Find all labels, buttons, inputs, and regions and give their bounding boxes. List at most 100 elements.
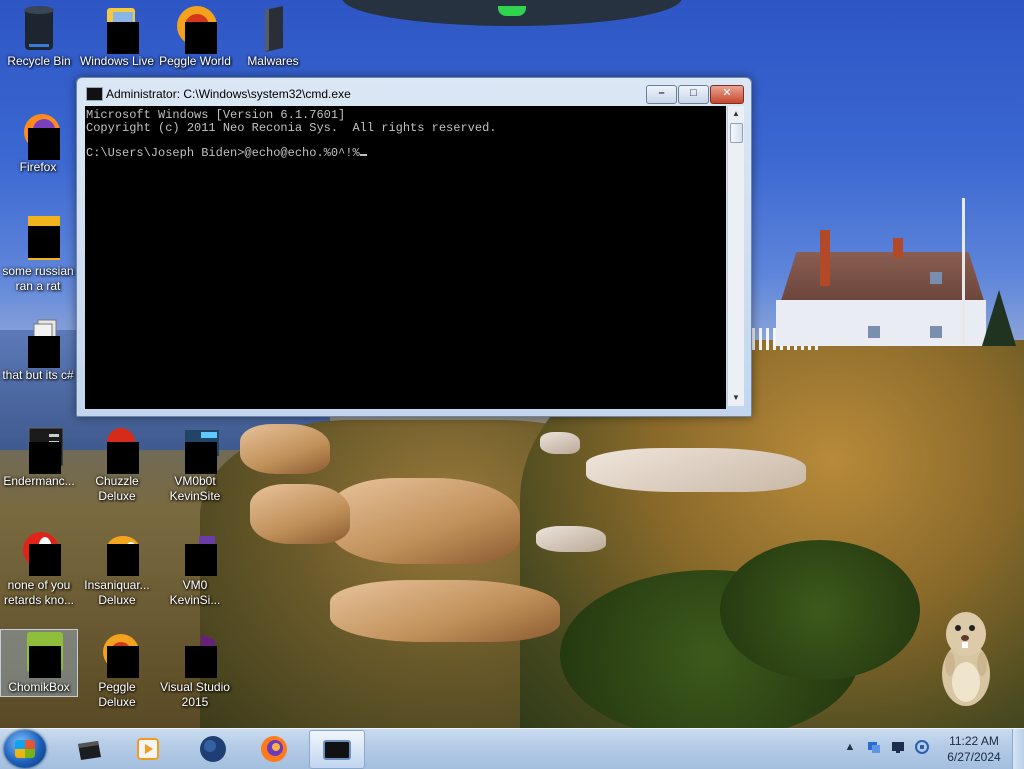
vertical-scrollbar[interactable]: ▲ ▼ bbox=[727, 106, 744, 406]
desktop-icon-vm0b0t-kevinsite[interactable]: VM0b0t KevinSite bbox=[157, 424, 233, 504]
taskbar-media-player[interactable] bbox=[121, 730, 175, 767]
wallpaper-chimney bbox=[893, 238, 903, 258]
insaniquarium-icon bbox=[93, 528, 141, 576]
icon-label: none of you retards kno... bbox=[3, 578, 75, 607]
icon-label: Chuzzle Deluxe bbox=[95, 474, 139, 503]
console-prompt: C:\Users\Joseph Biden>@echo@echo.%0^!% bbox=[86, 145, 360, 160]
redaction-block bbox=[185, 544, 217, 576]
maximize-icon: □ bbox=[690, 87, 697, 99]
taskbar-firefox[interactable] bbox=[247, 730, 301, 767]
copies-icon bbox=[14, 318, 62, 368]
display-icon[interactable] bbox=[891, 740, 905, 754]
minimize-icon: – bbox=[658, 87, 665, 99]
taskbar-clock[interactable]: 11:22 AM 6/27/2024 bbox=[944, 733, 1004, 765]
desktop-icon-recycle-bin[interactable]: Recycle Bin bbox=[1, 4, 77, 69]
desktop-icon-firefox[interactable]: Firefox bbox=[0, 110, 76, 175]
close-icon: ✕ bbox=[722, 87, 732, 99]
desktop-icon-vm0-kevinsite[interactable]: VM0 KevinSi... bbox=[157, 528, 233, 608]
peggle-icon bbox=[171, 4, 219, 54]
visual-studio-icon bbox=[171, 630, 219, 678]
console-line: Microsoft Windows [Version 6.1.7601] bbox=[86, 108, 346, 122]
desktop-icon-some-russian-ran-a-rat[interactable]: e some russian ran a rat bbox=[0, 214, 76, 294]
desktop-icon-endermanch[interactable]: Endermanc... bbox=[1, 424, 77, 489]
redaction-block bbox=[29, 544, 61, 576]
icon-label: Peggle Deluxe bbox=[98, 680, 136, 709]
scroll-down-arrow-icon[interactable]: ▼ bbox=[728, 390, 744, 406]
taskbar: ▲ 11:22 AM 6/27/2024 bbox=[0, 728, 1024, 769]
console-line: Copyright (c) 2011 Neo Reconia Sys. All … bbox=[86, 120, 497, 135]
volume-icon[interactable] bbox=[915, 740, 929, 754]
desktop-icon-chomikbox[interactable]: ox ChomikBox bbox=[0, 629, 78, 697]
icon-label: Firefox bbox=[19, 160, 57, 174]
desktop-icon-malwares[interactable]: Malwares bbox=[235, 4, 311, 69]
wallpaper-tree bbox=[982, 290, 1016, 346]
start-button[interactable] bbox=[4, 730, 46, 768]
taskbar-explorer[interactable] bbox=[62, 730, 116, 767]
minimize-button[interactable]: – bbox=[646, 85, 677, 104]
window-titlebar[interactable]: Administrator: C:\Windows\system32\cmd.e… bbox=[77, 78, 751, 106]
recycle-bin-icon bbox=[15, 4, 63, 52]
wallpaper-rock bbox=[586, 448, 806, 492]
network-icon[interactable] bbox=[867, 740, 881, 754]
show-desktop-button[interactable] bbox=[1012, 729, 1024, 769]
desktop-icon-that-but-its-csharp[interactable]: that but its c# bbox=[0, 318, 76, 383]
icon-label: Insaniquar... Deluxe bbox=[84, 578, 150, 607]
window-title: Administrator: C:\Windows\system32\cmd.e… bbox=[106, 87, 351, 101]
wallpaper-window bbox=[868, 326, 880, 338]
globe-icon bbox=[200, 736, 226, 762]
wallpaper-flagpole bbox=[962, 198, 965, 344]
taskbar-cmd[interactable] bbox=[309, 730, 365, 769]
wallpaper-rock bbox=[330, 478, 520, 564]
scroll-up-arrow-icon[interactable]: ▲ bbox=[728, 106, 744, 122]
media-player-icon bbox=[137, 738, 159, 760]
redaction-block bbox=[28, 128, 60, 160]
wallpaper-rock bbox=[330, 580, 560, 642]
desktop-icon-peggle-world[interactable]: Peggle World bbox=[157, 4, 233, 69]
wallpaper-rock bbox=[540, 432, 580, 454]
scrollbar-thumb[interactable] bbox=[730, 123, 743, 143]
gopher-mascot-icon bbox=[942, 612, 990, 706]
redaction-block bbox=[185, 646, 217, 678]
explorer-icon bbox=[78, 741, 101, 760]
redaction-block bbox=[107, 22, 139, 54]
clock-time: 11:22 AM bbox=[949, 734, 999, 748]
icon-label: Malwares bbox=[247, 54, 299, 68]
opera-icon bbox=[15, 528, 63, 576]
redaction-block bbox=[107, 646, 139, 678]
wallpaper-rock bbox=[250, 484, 350, 544]
close-button[interactable]: ✕ bbox=[710, 85, 744, 104]
desktop-icon-chuzzle-deluxe[interactable]: Chuzzle Deluxe bbox=[79, 424, 155, 504]
desktop-icon-windows-live[interactable]: Windows Live bbox=[79, 4, 155, 69]
text-cursor bbox=[359, 153, 367, 156]
icon-label: some russian ran a rat bbox=[2, 264, 74, 293]
icon-label: Visual Studio 2015 bbox=[160, 680, 230, 709]
taskbar-globe[interactable] bbox=[186, 730, 240, 767]
desktop-icon-insaniquarium-deluxe[interactable]: Insaniquar... Deluxe bbox=[79, 528, 155, 608]
folder-icon bbox=[249, 4, 297, 52]
windows-logo-icon bbox=[15, 740, 35, 758]
desktop-icon-peggle-deluxe[interactable]: Peggle Deluxe bbox=[79, 630, 155, 710]
maximize-button[interactable]: □ bbox=[678, 85, 709, 104]
redaction-block bbox=[29, 442, 61, 474]
icon-label: Windows Live bbox=[79, 54, 155, 68]
wallpaper-window bbox=[930, 272, 942, 284]
desktop-icon-none-of-you[interactable]: none of you retards kno... bbox=[1, 528, 77, 608]
peggle-icon bbox=[93, 630, 141, 678]
vm-icon bbox=[171, 528, 219, 576]
redaction-block bbox=[29, 646, 61, 678]
icon-label: Endermanc... bbox=[3, 474, 75, 488]
icon-label: ChomikBox bbox=[8, 680, 70, 694]
console-output[interactable]: Microsoft Windows [Version 6.1.7601] Copy… bbox=[85, 106, 726, 409]
wallpaper-house bbox=[776, 300, 986, 346]
wallpaper-chimney bbox=[820, 230, 830, 286]
wallpaper-rock bbox=[240, 424, 330, 474]
redaction-block bbox=[185, 22, 217, 54]
desktop-icon-visual-studio-2015[interactable]: Visual Studio 2015 bbox=[157, 630, 233, 710]
chuzzle-icon bbox=[93, 424, 141, 474]
redaction-block bbox=[28, 226, 60, 258]
cmd-icon bbox=[86, 87, 103, 101]
show-hidden-icon[interactable]: ▲ bbox=[843, 740, 857, 754]
wallpaper-rock bbox=[536, 526, 606, 552]
icon-label: that but its c# bbox=[2, 368, 74, 382]
cmd-window[interactable]: Administrator: C:\Windows\system32\cmd.e… bbox=[76, 77, 752, 417]
